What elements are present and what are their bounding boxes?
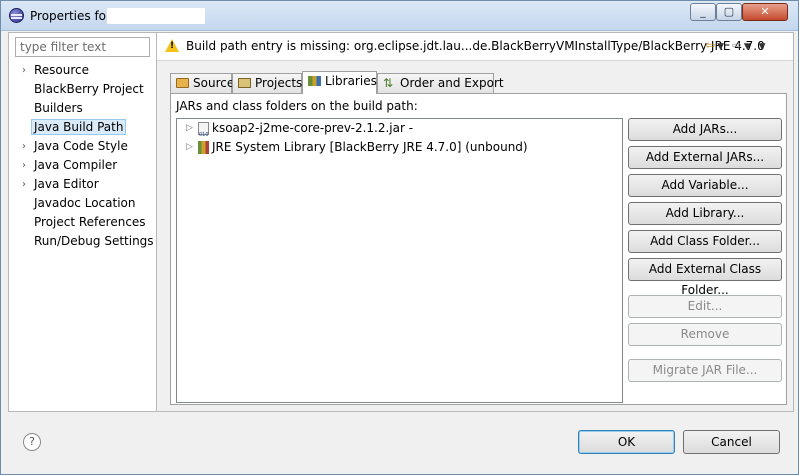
tab-libraries[interactable]: Libraries [302,71,377,94]
libraries-panel: JARs and class folders on the build path… [170,93,787,405]
warning-icon [165,39,179,52]
sidebar-item-javadoc-location[interactable]: Javadoc Location [9,194,157,213]
warning-message: Build path entry is missing: org.eclipse… [186,39,765,53]
back-arrow-icon[interactable]: ⇦ [705,38,717,52]
window-title: Properties for [30,9,111,23]
chevron-right-icon[interactable]: › [22,156,32,175]
sidebar-item-java-editor[interactable]: › Java Editor [9,175,157,194]
tab-projects[interactable]: Projects [232,73,302,93]
add-library-button[interactable]: Add Library... [628,202,782,225]
tab-source[interactable]: Source [170,73,234,93]
property-tree: › Resource BlackBerry Project Builders Ja… [9,61,157,251]
add-variable-button[interactable]: Add Variable... [628,174,782,197]
list-item[interactable]: ▷ ksoap2-j2me-core-prev-2.1.2.jar - [177,119,622,145]
back-dropdown-icon[interactable]: ▼ [717,42,726,52]
help-icon[interactable]: ? [23,433,41,451]
title-bar[interactable]: Properties for _ ▢ ✕ [1,1,798,31]
add-class-folder-button[interactable]: Add Class Folder... [628,230,782,253]
chevron-right-icon[interactable]: › [22,175,32,194]
order-arrows-icon [383,74,396,92]
list-item[interactable]: ▷ JRE System Library [BlackBerry JRE 4.7… [177,138,622,157]
properties-dialog: Properties for _ ▢ ✕ ›Resource BlackBerr… [0,0,799,475]
maximize-button[interactable]: ▢ [716,3,742,21]
sidebar-item-blackberry-project[interactable]: BlackBerry Project [9,80,157,99]
sidebar: ›Resource BlackBerry Project Builders Ja… [8,32,156,412]
jre-library-icon [198,141,209,154]
add-external-class-folder-button[interactable]: Add External Class Folder... [628,258,782,297]
history-navigation: ⇦▼ ⇨▼ ▼ [705,38,768,52]
sidebar-item-run-debug-settings[interactable]: Run/Debug Settings [9,232,157,251]
message-bar: Build path entry is missing: org.eclipse… [157,33,793,61]
filter-input[interactable] [15,37,150,57]
sidebar-item-builders[interactable]: Builders [9,99,157,118]
chevron-right-icon[interactable]: › [22,61,32,80]
edit-button[interactable]: Edit... [628,295,782,318]
add-external-jars-button[interactable]: Add External JARs... [628,146,782,169]
sidebar-item-resource[interactable]: › Resource [9,61,157,80]
project-folder-icon [238,78,251,88]
tab-order-and-export[interactable]: Order and Export [377,73,504,93]
eclipse-icon [9,8,24,23]
chevron-right-icon[interactable]: › [22,137,32,156]
sidebar-item-java-compiler[interactable]: › Java Compiler [9,156,157,175]
expand-triangle-icon[interactable]: ▷ [186,138,193,157]
expand-triangle-icon[interactable]: ▷ [186,119,193,138]
close-button[interactable]: ✕ [742,3,788,21]
migrate-jar-button[interactable]: Migrate JAR File... [628,359,782,382]
add-jars-button[interactable]: Add JARs... [628,118,782,141]
redacted-project-name [107,8,205,24]
forward-arrow-icon[interactable]: ⇨ [732,38,744,52]
minimize-button[interactable]: _ [690,3,716,21]
build-path-list[interactable]: ▷ ksoap2-j2me-core-prev-2.1.2.jar - ▷ JR… [176,118,623,403]
forward-dropdown-icon[interactable]: ▼ [744,42,753,52]
source-folder-icon [176,78,189,88]
sidebar-item-java-code-style[interactable]: › Java Code Style [9,137,157,156]
view-menu-icon[interactable]: ▼ [759,42,768,52]
jar-file-icon [198,122,209,145]
build-path-page: Build path entry is missing: org.eclipse… [156,32,794,412]
remove-button[interactable]: Remove [628,323,782,346]
sidebar-item-java-build-path[interactable]: Java Build Path [9,118,157,137]
ok-button[interactable]: OK [578,430,675,454]
cancel-button[interactable]: Cancel [683,430,780,454]
sidebar-item-project-references[interactable]: Project References [9,213,157,232]
library-books-icon [308,76,321,86]
build-path-list-label: JARs and class folders on the build path… [176,99,418,113]
